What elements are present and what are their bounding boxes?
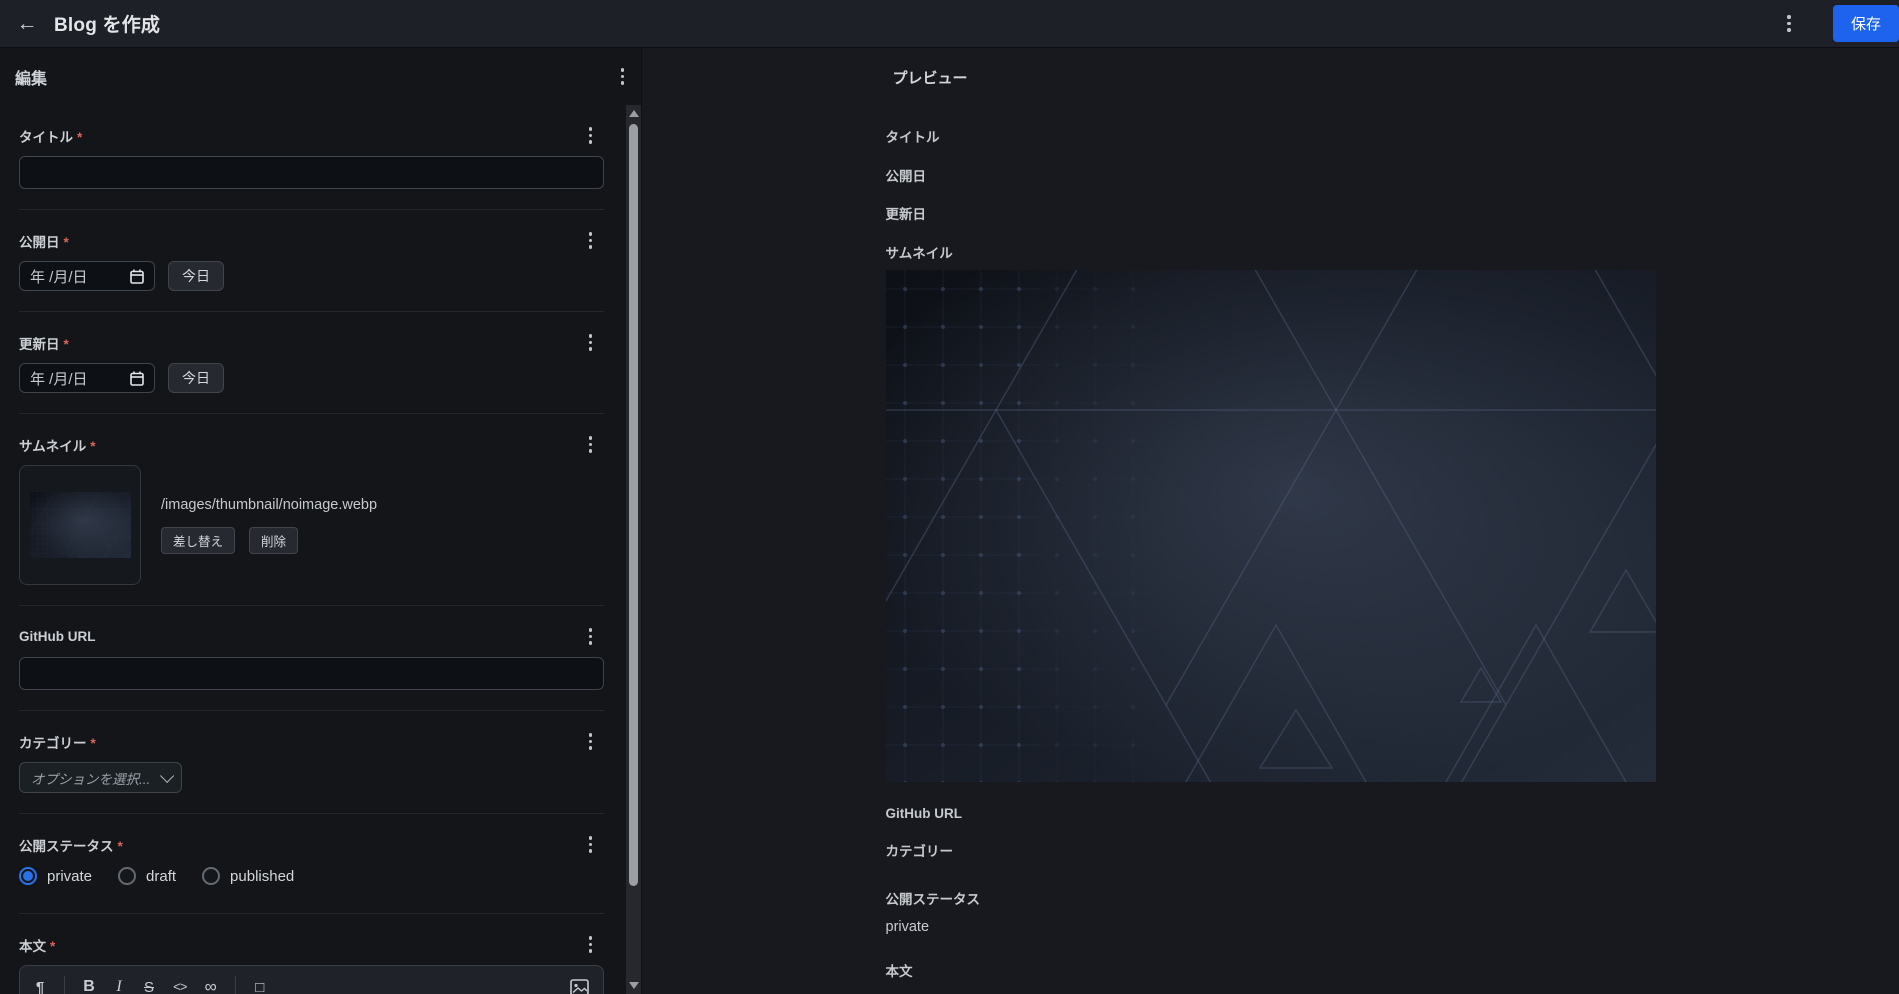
- radio-unselected-icon[interactable]: [202, 867, 220, 885]
- date-placeholder: 年 /月/日: [30, 266, 88, 287]
- preview-noimage-thumbnail: [886, 270, 1656, 782]
- required-marker: *: [64, 337, 69, 352]
- required-marker: *: [77, 130, 82, 145]
- required-marker: *: [50, 939, 55, 954]
- richtext-toolbar: ¶ B I S <> ∞ □: [19, 965, 604, 994]
- code-icon[interactable]: <>: [173, 980, 187, 994]
- edit-panel-title: 編集: [15, 65, 47, 89]
- thumbnail-replace-button[interactable]: 差し替え: [161, 527, 235, 554]
- italic-icon[interactable]: I: [113, 978, 125, 994]
- noimage-thumbnail: [30, 492, 131, 558]
- required-marker: *: [118, 839, 123, 854]
- field-category-label: カテゴリー*: [19, 732, 96, 752]
- update-date-input[interactable]: 年 /月/日: [19, 363, 155, 393]
- publish-date-today-button[interactable]: 今日: [168, 261, 224, 291]
- paragraph-icon[interactable]: ¶: [34, 979, 46, 994]
- save-button[interactable]: 保存: [1833, 5, 1899, 42]
- preview-title: プレビュー: [893, 70, 1656, 88]
- field-thumbnail-kebab-menu-button[interactable]: [583, 430, 599, 459]
- preview-status-value: private: [886, 919, 1656, 936]
- status-radio-group: private draft published: [19, 867, 604, 893]
- arrow-left-icon: ←: [17, 12, 38, 36]
- image-icon[interactable]: [570, 979, 589, 994]
- edit-panel-scrollbar[interactable]: [626, 105, 641, 994]
- scrollbar-thumb[interactable]: [629, 124, 638, 886]
- top-bar: ← Blog を作成 保存: [0, 0, 1899, 48]
- radio-private-label: private: [47, 868, 92, 885]
- thumbnail-path: /images/thumbnail/noimage.webp: [161, 497, 377, 513]
- preview-label-github-url: GitHub URL: [886, 805, 1656, 822]
- radio-published-label: published: [230, 868, 294, 885]
- radio-private[interactable]: private: [19, 867, 92, 885]
- field-github-url-label: GitHub URL: [19, 629, 96, 644]
- required-marker: *: [91, 736, 96, 751]
- publish-date-input[interactable]: 年 /月/日: [19, 261, 155, 291]
- edit-panel-header: 編集: [0, 48, 641, 105]
- date-placeholder: 年 /月/日: [30, 368, 88, 389]
- toolbar-separator: [235, 976, 236, 994]
- preview-panel: プレビュー タイトル 公開日 更新日 サムネイル GitHub URL カテゴリ…: [641, 48, 1899, 994]
- page-title: Blog を作成: [54, 10, 160, 37]
- field-publish-date: 公開日* 年 /月/日 今日: [19, 210, 604, 312]
- main-split: 編集 タイトル* 公開日* 年 /月/日: [0, 48, 1899, 994]
- link-icon[interactable]: ∞: [205, 977, 217, 994]
- preview-label-thumbnail: サムネイル: [886, 245, 1656, 262]
- strikethrough-icon[interactable]: S: [143, 979, 155, 994]
- field-body-label: 本文*: [19, 935, 55, 955]
- calendar-icon[interactable]: [130, 371, 144, 386]
- category-select[interactable]: オプションを選択...: [19, 762, 182, 793]
- preview-label-update-date: 更新日: [886, 206, 1656, 223]
- field-thumbnail-label: サムネイル*: [19, 435, 96, 455]
- field-status: 公開ステータス* private draft published: [19, 814, 604, 914]
- radio-draft-label: draft: [146, 868, 176, 885]
- required-marker: *: [90, 439, 95, 454]
- thumbnail-delete-button[interactable]: 削除: [249, 527, 298, 554]
- radio-selected-icon[interactable]: [19, 867, 37, 885]
- scrollbar-down-arrow-icon[interactable]: [629, 982, 639, 989]
- blockquote-icon[interactable]: □: [254, 979, 266, 994]
- field-category-kebab-menu-button[interactable]: [583, 727, 599, 756]
- edit-form: タイトル* 公開日* 年 /月/日: [0, 105, 626, 994]
- field-thumbnail: サムネイル* /images/thumbnail/noimage.webp 差し…: [19, 414, 604, 606]
- preview-label-body: 本文: [886, 963, 1656, 980]
- field-update-date: 更新日* 年 /月/日 今日: [19, 312, 604, 414]
- back-button[interactable]: ←: [14, 11, 40, 37]
- edit-panel-kebab-menu-button[interactable]: [615, 62, 631, 91]
- preview-label-status: 公開ステータス: [886, 891, 1656, 908]
- field-category: カテゴリー* オプションを選択...: [19, 711, 604, 814]
- update-date-today-button[interactable]: 今日: [168, 363, 224, 393]
- field-title-label: タイトル*: [19, 126, 82, 146]
- chevron-down-icon: [160, 768, 174, 782]
- field-body-kebab-menu-button[interactable]: [583, 930, 599, 959]
- field-update-date-label: 更新日*: [19, 333, 69, 353]
- field-title: タイトル*: [19, 105, 604, 210]
- thumbnail-card[interactable]: [19, 465, 141, 585]
- toolbar-separator: [64, 976, 65, 994]
- field-publish-date-kebab-menu-button[interactable]: [583, 226, 599, 255]
- radio-unselected-icon[interactable]: [118, 867, 136, 885]
- bold-icon[interactable]: B: [83, 978, 95, 994]
- scrollbar-up-arrow-icon[interactable]: [629, 110, 639, 117]
- field-body: 本文* ¶ B I S <> ∞ □: [19, 914, 604, 994]
- edit-panel: 編集 タイトル* 公開日* 年 /月/日: [0, 48, 641, 994]
- github-url-input[interactable]: [19, 657, 604, 690]
- thumbnail-meta: /images/thumbnail/noimage.webp 差し替え 削除: [161, 497, 377, 554]
- field-status-label: 公開ステータス*: [19, 835, 123, 855]
- title-input[interactable]: [19, 156, 604, 189]
- required-marker: *: [64, 235, 69, 250]
- field-github-url-kebab-menu-button[interactable]: [583, 622, 599, 651]
- calendar-icon[interactable]: [130, 269, 144, 284]
- field-github-url: GitHub URL: [19, 606, 604, 711]
- radio-published[interactable]: published: [202, 867, 294, 885]
- category-select-placeholder: オプションを選択...: [31, 768, 150, 788]
- field-publish-date-label: 公開日*: [19, 231, 69, 251]
- preview-label-category: カテゴリー: [886, 843, 1656, 860]
- preview-label-publish-date: 公開日: [886, 168, 1656, 185]
- radio-draft[interactable]: draft: [118, 867, 176, 885]
- field-title-kebab-menu-button[interactable]: [583, 121, 599, 150]
- field-status-kebab-menu-button[interactable]: [583, 830, 599, 859]
- preview-label-title: タイトル: [886, 129, 1656, 146]
- field-update-date-kebab-menu-button[interactable]: [583, 328, 599, 357]
- topbar-kebab-menu-button[interactable]: [1781, 9, 1797, 38]
